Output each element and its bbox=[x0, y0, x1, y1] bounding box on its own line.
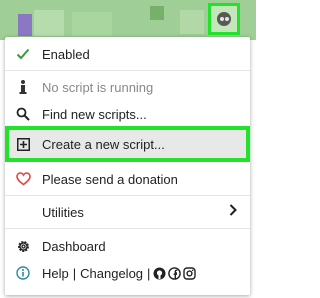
check-icon bbox=[14, 45, 32, 63]
gear-icon bbox=[14, 237, 32, 255]
tampermonkey-extension-button[interactable] bbox=[208, 3, 240, 35]
dashboard-item[interactable]: Dashboard bbox=[5, 233, 250, 259]
info-icon bbox=[14, 264, 32, 282]
create-new-script-row[interactable]: Create a new script... bbox=[5, 131, 250, 157]
help-link[interactable]: Help bbox=[42, 266, 69, 281]
plus-square-icon bbox=[14, 135, 32, 153]
chevron-right-icon bbox=[228, 203, 238, 220]
background-tile bbox=[18, 14, 32, 36]
enabled-toggle[interactable]: Enabled bbox=[5, 41, 250, 67]
script-status-item: No script is running bbox=[5, 74, 250, 100]
divider bbox=[5, 228, 250, 229]
divider bbox=[5, 70, 250, 71]
divider bbox=[5, 195, 250, 196]
script-info-icon bbox=[14, 78, 32, 96]
facebook-icon[interactable] bbox=[168, 266, 182, 280]
enabled-label: Enabled bbox=[42, 46, 90, 62]
utilities-item[interactable]: Utilities bbox=[5, 199, 250, 225]
heart-icon bbox=[14, 170, 32, 188]
create-new-script-label: Create a new script... bbox=[42, 136, 165, 152]
footer-divider: | bbox=[72, 265, 77, 281]
find-new-scripts-item[interactable]: Find new scripts... bbox=[5, 101, 250, 127]
footer-links: Help | Changelog | bbox=[5, 260, 250, 286]
create-new-script-item[interactable]: Create a new script... bbox=[5, 126, 250, 162]
donation-item[interactable]: Please send a donation bbox=[5, 166, 250, 192]
script-status-label: No script is running bbox=[42, 79, 154, 95]
donation-label: Please send a donation bbox=[42, 171, 178, 187]
background-tile bbox=[180, 10, 204, 34]
dashboard-label: Dashboard bbox=[42, 238, 106, 254]
instagram-icon[interactable] bbox=[183, 266, 197, 280]
utilities-label: Utilities bbox=[42, 204, 84, 220]
extension-popup-menu: Enabled No script is running Find new sc… bbox=[5, 37, 250, 295]
changelog-link[interactable]: Changelog bbox=[80, 266, 143, 281]
tampermonkey-icon bbox=[217, 12, 231, 26]
footer-divider: | bbox=[147, 265, 151, 281]
browser-toolbar bbox=[0, 0, 256, 40]
find-new-scripts-label: Find new scripts... bbox=[42, 106, 147, 122]
search-icon bbox=[14, 105, 32, 123]
background-tile bbox=[34, 10, 64, 36]
github-icon[interactable] bbox=[153, 267, 166, 280]
background-tile bbox=[72, 12, 112, 36]
background-tile bbox=[150, 6, 164, 20]
